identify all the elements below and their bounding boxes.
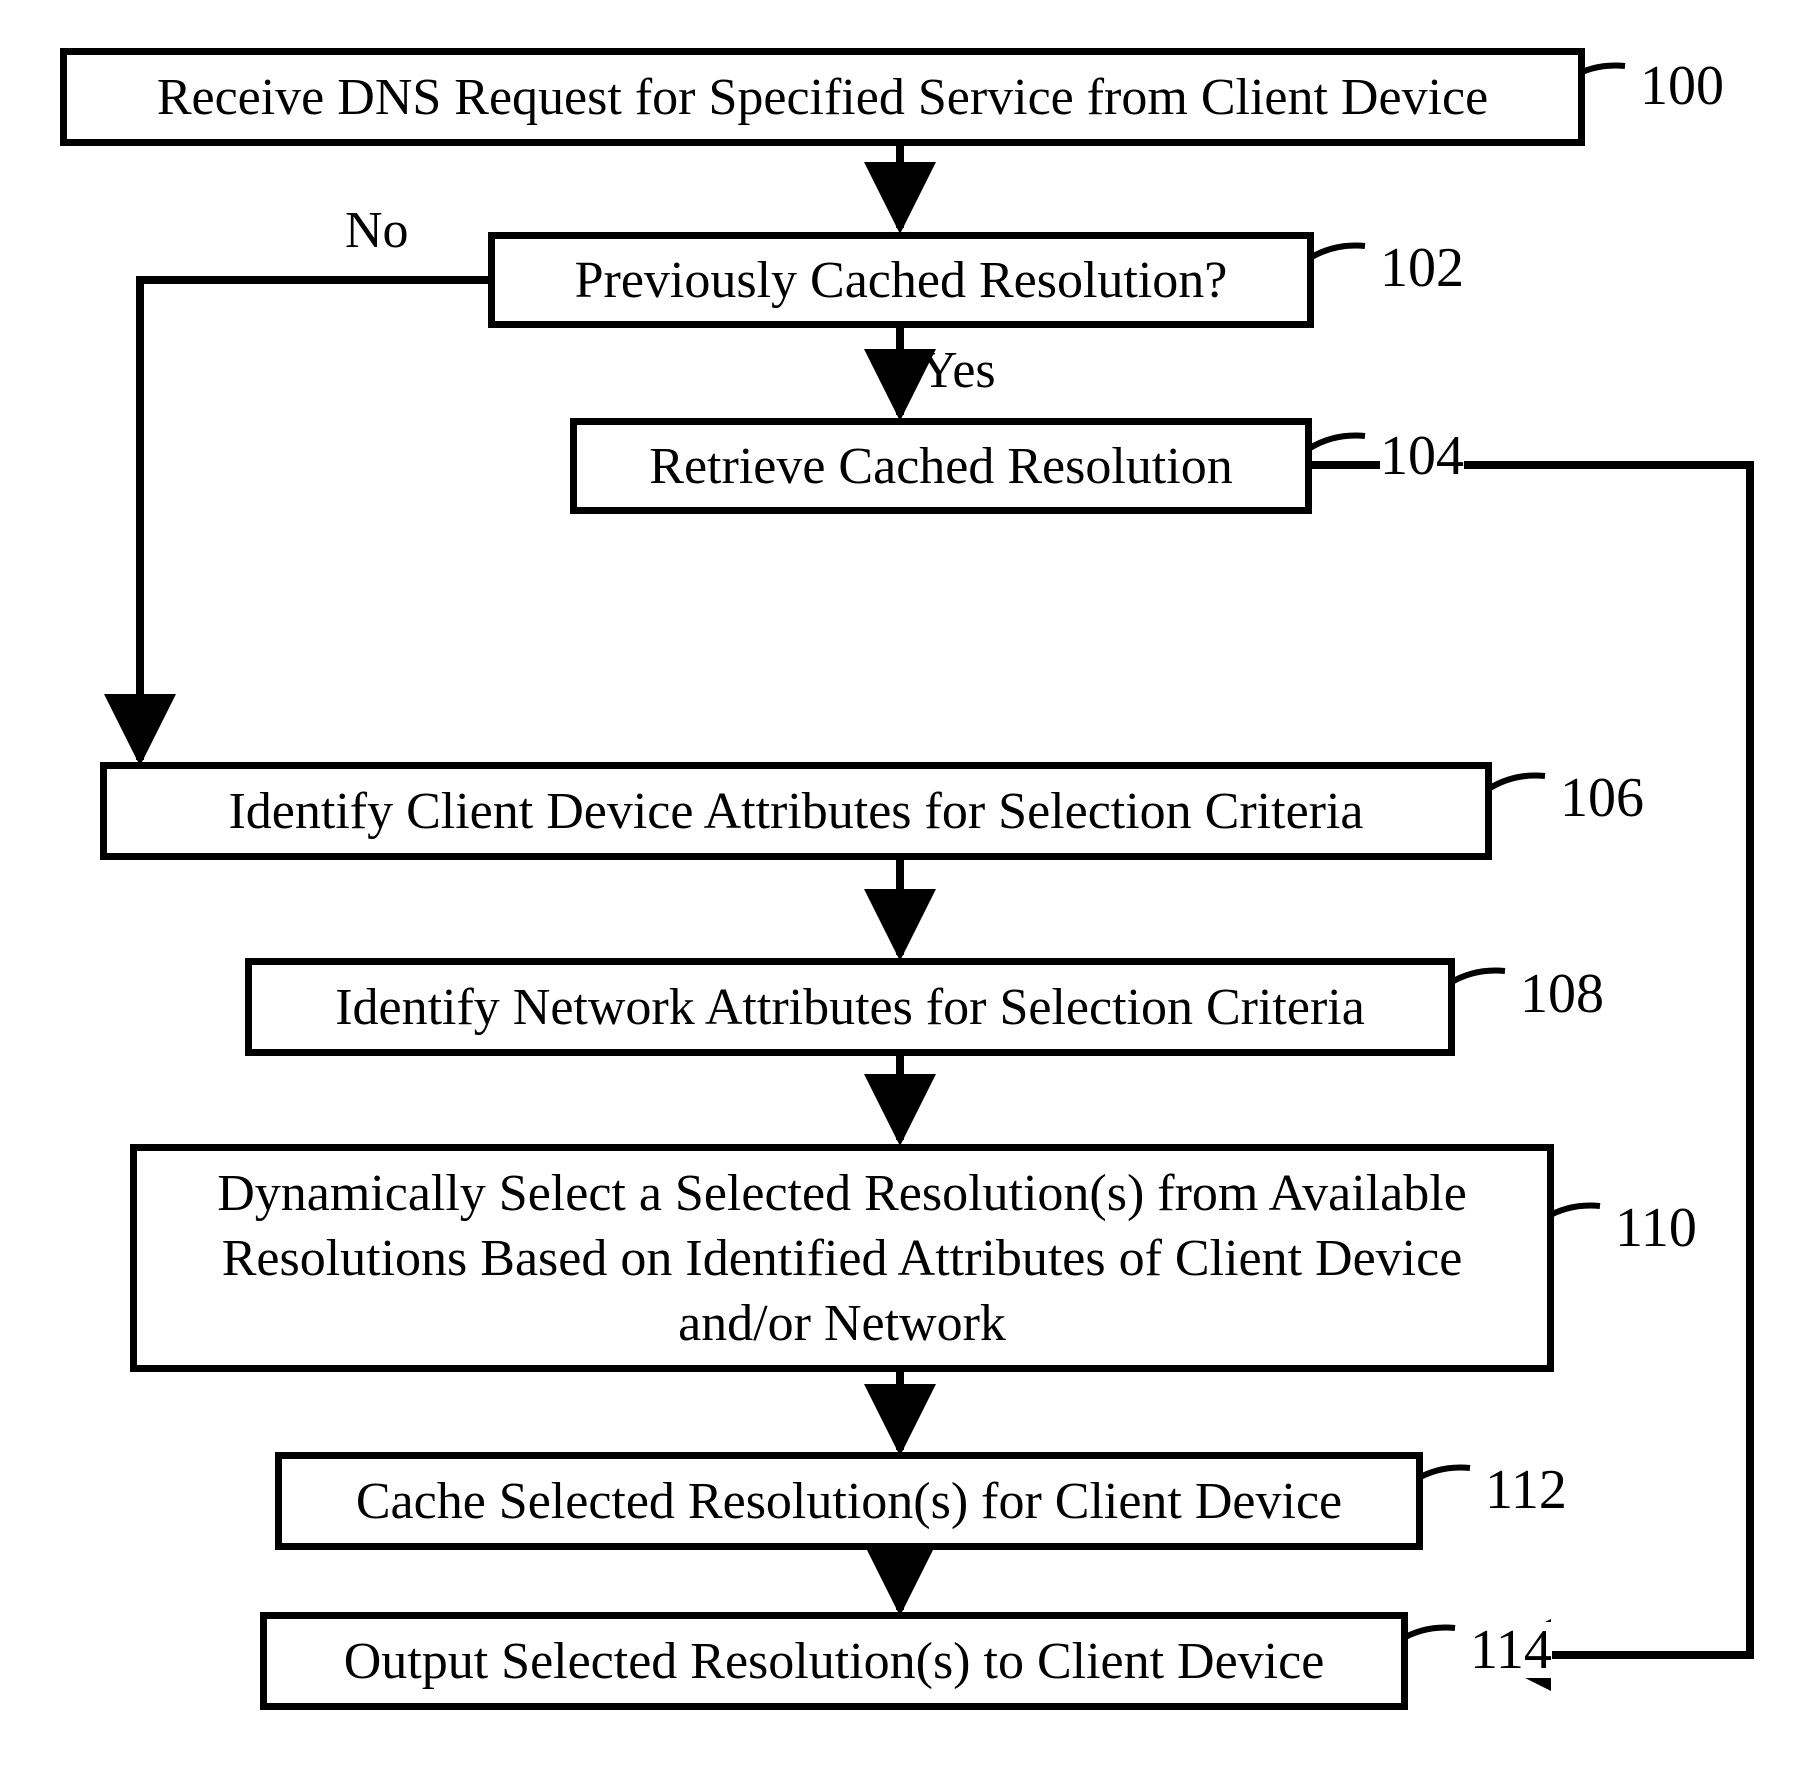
step-text: Dynamically Select a Selected Resolution… [159, 1161, 1525, 1356]
decision-previously-cached: Previously Cached Resolution? [488, 232, 1314, 328]
ref-102: 102 [1380, 240, 1464, 296]
ref-106: 106 [1560, 770, 1644, 826]
step-text: Cache Selected Resolution(s) for Client … [356, 1469, 1342, 1534]
ref-110: 110 [1615, 1200, 1697, 1256]
ref-112: 112 [1485, 1462, 1567, 1518]
step-identify-network-attributes: Identify Network Attributes for Selectio… [245, 958, 1455, 1056]
ref-104: 104 [1380, 428, 1464, 484]
step-receive-dns-request: Receive DNS Request for Specified Servic… [60, 48, 1585, 146]
ref-100: 100 [1640, 58, 1724, 114]
step-retrieve-cached-resolution: Retrieve Cached Resolution [570, 418, 1312, 514]
step-text: Previously Cached Resolution? [575, 248, 1228, 313]
edge-label-no: No [345, 205, 409, 257]
step-dynamically-select-resolution: Dynamically Select a Selected Resolution… [130, 1144, 1554, 1372]
ref-114: 114 [1470, 1622, 1552, 1678]
step-output-selected-resolution: Output Selected Resolution(s) to Client … [260, 1612, 1408, 1710]
step-text: Identify Client Device Attributes for Se… [228, 779, 1363, 844]
step-text: Identify Network Attributes for Selectio… [335, 975, 1365, 1040]
step-identify-client-attributes: Identify Client Device Attributes for Se… [100, 762, 1492, 860]
step-text: Retrieve Cached Resolution [649, 434, 1232, 499]
step-text: Receive DNS Request for Specified Servic… [157, 65, 1488, 130]
edge-label-yes: Yes [920, 345, 996, 397]
ref-108: 108 [1520, 966, 1604, 1022]
step-cache-selected-resolution: Cache Selected Resolution(s) for Client … [275, 1452, 1423, 1550]
step-text: Output Selected Resolution(s) to Client … [344, 1629, 1325, 1694]
flowchart: Receive DNS Request for Specified Servic… [0, 0, 1803, 1792]
